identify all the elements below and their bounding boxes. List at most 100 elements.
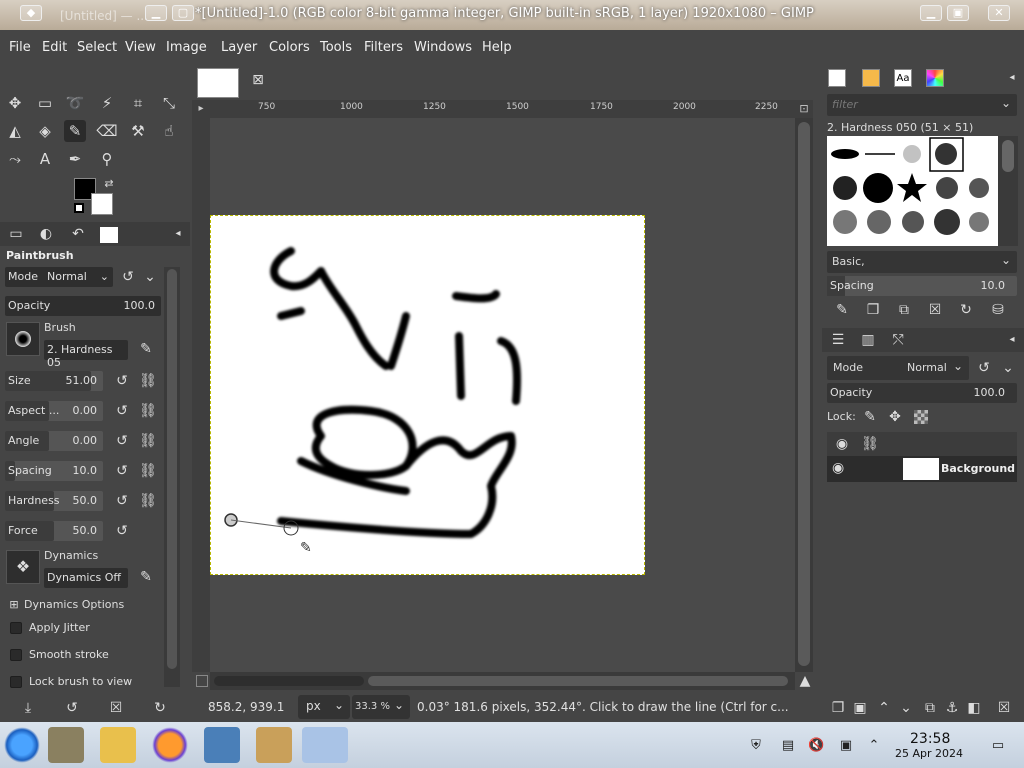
apply-jitter-checkbox[interactable] [10, 622, 22, 634]
open-brush-folder-icon[interactable]: ⛁ [988, 300, 1008, 320]
image-tab-thumbnail[interactable] [197, 68, 239, 98]
notification-icon[interactable]: ▣ [838, 738, 854, 754]
rect-select-icon[interactable]: ▭ [34, 92, 56, 114]
opacity-slider[interactable]: Opacity 100.0 [5, 296, 161, 316]
archive-icon[interactable] [256, 727, 292, 763]
anchor-layer-icon[interactable]: ⚓ [942, 698, 962, 718]
paintbrush-icon[interactable]: ✎ [64, 120, 86, 142]
brush-grid-scrollbar[interactable] [998, 136, 1018, 246]
volume-muted-icon[interactable]: 🔇 [808, 738, 824, 754]
reset-hardness-icon[interactable]: ↺ [112, 491, 132, 511]
chevron-down-icon[interactable]: ⌄ [998, 358, 1018, 378]
network-icon[interactable]: ⛨ [748, 738, 764, 754]
undo-history-tab-icon[interactable]: ↶ [68, 224, 88, 244]
clipboard-icon[interactable]: ▤ [780, 738, 796, 754]
dynamics-preview-icon[interactable]: ❖ [6, 550, 40, 584]
size-slider[interactable]: Size 51.00 [5, 371, 103, 391]
reset-size-icon[interactable]: ↺ [112, 371, 132, 391]
default-colors-icon[interactable] [74, 203, 84, 213]
menu-layer[interactable]: Layer [221, 40, 257, 55]
raise-layer-icon[interactable]: ⌃ [874, 698, 894, 718]
aspect-slider[interactable]: Aspect ... 0.00 [5, 401, 103, 421]
menu-tools[interactable]: Tools [320, 40, 352, 55]
clock-date[interactable]: 25 Apr 2024 [895, 747, 963, 760]
link-angle-icon[interactable]: ⛓ [138, 431, 158, 451]
clone-icon[interactable]: ⚒ [127, 120, 149, 142]
eye-icon[interactable]: ◉ [832, 460, 844, 476]
lock-position-icon[interactable]: ✥ [885, 407, 905, 427]
lasso-icon[interactable]: ➰ [64, 92, 86, 114]
show-hidden-icons-icon[interactable]: ⌃ [866, 738, 882, 754]
smooth-stroke-checkbox[interactable] [10, 649, 22, 661]
dock-menu-icon[interactable]: ◂ [1002, 330, 1022, 350]
angle-slider[interactable]: Angle 0.00 [5, 431, 103, 451]
dynamics-options-toggle[interactable]: Dynamics Options [24, 598, 124, 611]
menu-file[interactable]: File [9, 40, 31, 55]
menu-filters[interactable]: Filters [364, 40, 403, 55]
spacing-slider[interactable]: Spacing 10.0 [5, 461, 103, 481]
layer-opacity-slider[interactable]: Opacity 100.0 [827, 383, 1017, 403]
folder-icon[interactable] [100, 727, 136, 763]
edit-dynamics-icon[interactable]: ✎ [136, 567, 156, 587]
link-size-icon[interactable]: ⛓ [138, 371, 158, 391]
zoom-fit-icon[interactable]: ⊡ [795, 100, 813, 118]
lock-pixels-icon[interactable]: ✎ [860, 407, 880, 427]
lock-brush-checkbox[interactable] [10, 676, 22, 688]
start-button-icon[interactable] [4, 727, 40, 763]
show-desktop-icon[interactable]: ▭ [990, 738, 1006, 754]
zoom-dropdown[interactable]: 33.3 % ⌄ [352, 695, 410, 719]
reset-aspect-icon[interactable]: ↺ [112, 401, 132, 421]
maximize-left-icon[interactable]: ▢ [172, 5, 194, 21]
reset-mode-icon[interactable]: ↺ [118, 267, 138, 287]
color-picker-icon[interactable]: ✒ [64, 148, 86, 170]
horizontal-scrollbar[interactable] [210, 672, 795, 690]
chevron-down-icon[interactable]: ⌄ [140, 267, 160, 287]
layers-tab-icon[interactable]: ☰ [828, 330, 848, 350]
new-group-icon[interactable]: ▣ [850, 698, 870, 718]
reset-force-icon[interactable]: ↺ [112, 521, 132, 541]
vertical-scrollbar[interactable] [795, 118, 813, 672]
dynamics-field[interactable]: Dynamics Off [44, 568, 128, 588]
refresh-brushes-icon[interactable]: ↻ [956, 300, 976, 320]
brush-preview[interactable] [6, 322, 40, 356]
paths-tab-icon[interactable]: ⤲ [888, 330, 908, 350]
reset-layer-mode-icon[interactable]: ↺ [974, 358, 994, 378]
tool-options-tab-icon[interactable]: ▭ [6, 224, 26, 244]
restore-options-icon[interactable]: ↺ [62, 698, 82, 718]
bucket-fill-icon[interactable]: ◈ [34, 120, 56, 142]
reset-angle-icon[interactable]: ↺ [112, 431, 132, 451]
transform-icon[interactable]: ⤡ [158, 92, 180, 114]
move-tool-icon[interactable]: ✥ [4, 92, 26, 114]
edit-brush-icon[interactable]: ✎ [136, 339, 156, 359]
mask-layer-icon[interactable]: ◧ [964, 698, 984, 718]
close-tab-icon[interactable]: ⊠ [250, 72, 266, 88]
brush-filter-input[interactable]: filter ⌄ [827, 94, 1017, 116]
maximize-icon[interactable]: ▣ [947, 5, 969, 21]
reset-options-icon[interactable]: ↻ [150, 698, 170, 718]
text-icon[interactable]: A [34, 148, 56, 170]
dock-menu-icon[interactable]: ◂ [1002, 68, 1022, 88]
menu-help[interactable]: Help [482, 40, 512, 55]
brush-name-field[interactable]: 2. Hardness 05 [44, 340, 128, 369]
close-icon[interactable]: ✕ [988, 5, 1010, 21]
delete-options-icon[interactable]: ☒ [106, 698, 126, 718]
control-panel-icon[interactable] [204, 727, 240, 763]
window-menu-icon[interactable]: ◆ [20, 5, 42, 21]
navigate-icon[interactable] [196, 675, 208, 687]
link-hardness-icon[interactable]: ⛓ [138, 491, 158, 511]
duplicate-layer-icon[interactable]: ⧉ [920, 698, 940, 718]
patterns-tab-icon[interactable] [862, 69, 880, 87]
lock-alpha-icon[interactable] [914, 410, 928, 424]
lower-layer-icon[interactable]: ⌄ [896, 698, 916, 718]
brushes-tab-icon[interactable] [828, 69, 846, 87]
delete-layer-icon[interactable]: ☒ [994, 698, 1014, 718]
file-manager-icon[interactable] [48, 727, 84, 763]
save-options-icon[interactable]: ⤓ [18, 698, 38, 718]
hardness-slider[interactable]: Hardness 50.0 [5, 491, 103, 511]
images-tab-icon[interactable] [100, 227, 118, 243]
link-spacing-icon[interactable]: ⛓ [138, 461, 158, 481]
layer-row-background[interactable]: ◉ Background [827, 456, 1017, 482]
menu-image[interactable]: Image [166, 40, 207, 55]
fonts-tab-icon[interactable]: Aa [894, 69, 912, 87]
new-layer-icon[interactable]: ❐ [828, 698, 848, 718]
